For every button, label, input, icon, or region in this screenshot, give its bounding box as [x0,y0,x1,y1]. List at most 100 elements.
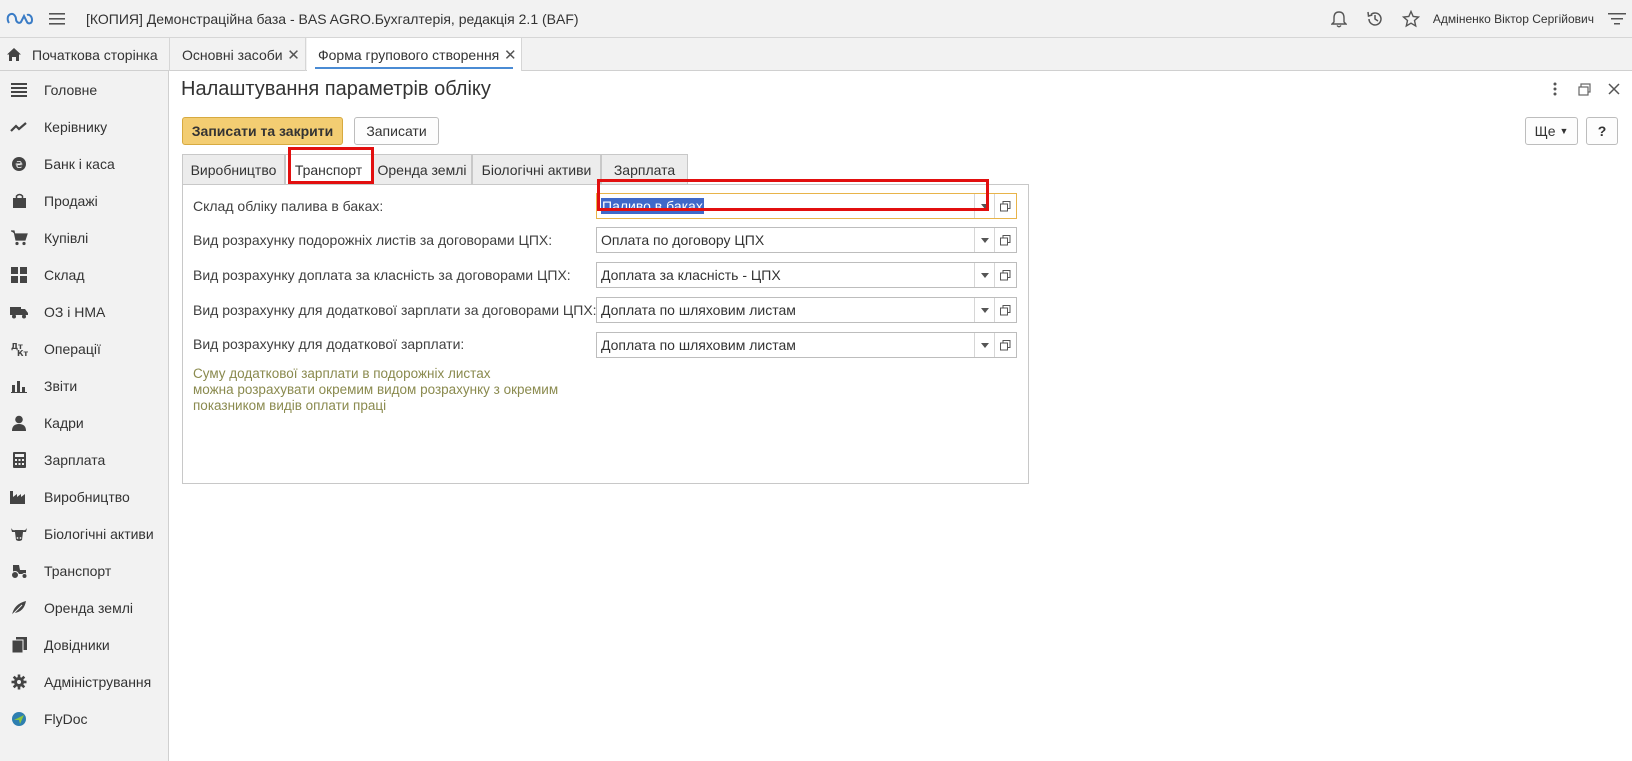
sidebar-item-label: Продажі [44,192,98,209]
sidebar-item-label: Виробництво [44,488,130,505]
sidebar-item-label: ОЗ і НМА [44,303,106,320]
extra-salary-field[interactable]: Доплата по шляховим листам [596,332,1017,358]
sidebar-item-bio-assets[interactable]: Біологічні активи [0,515,168,552]
waybill-gph-field[interactable]: Оплата по договору ЦПХ [596,227,1017,253]
dropdown-arrow-icon[interactable] [974,228,994,252]
sidebar-item-label: Головне [44,81,98,98]
main-menu-icon[interactable] [46,0,68,38]
chevron-down-icon: ▼ [1559,126,1569,136]
sidebar-item-production[interactable]: Виробництво [0,478,168,515]
tab-land-lease[interactable]: Оренда землі [372,154,472,184]
open-item-icon[interactable] [994,263,1016,287]
field-value[interactable]: Паливо в баках [597,198,974,214]
class-bonus-gph-field[interactable]: Доплата за класність - ЦПХ [596,262,1017,288]
tab-group-creation-form[interactable]: Форма групового створення ✕ [307,38,523,71]
tabs-bar: Початкова сторінка Основні засоби ✕ Форм… [0,38,1632,71]
sidebar-item-reports[interactable]: Звіти [0,367,168,404]
sidebar-item-sales[interactable]: Продажі [0,182,168,219]
flydoc-icon [0,711,38,727]
transport-settings-panel: Склад обліку палива в баках: Паливо в ба… [182,184,1029,484]
bell-icon[interactable] [1321,0,1357,38]
sidebar-item-directories[interactable]: Довідники [0,626,168,663]
home-icon [2,47,26,62]
bar-chart-icon [0,379,38,393]
tab-transport[interactable]: Транспорт [285,154,372,185]
sidebar-item-label: Біологічні активи [44,525,154,542]
save-button[interactable]: Записати [354,117,439,145]
favorites-star-icon[interactable] [1393,0,1429,38]
cart-icon [0,229,38,246]
list-icon [0,82,38,97]
sidebar-item-label: Банк і каса [44,155,115,172]
help-button[interactable]: ? [1586,117,1618,145]
sidebar-item-main[interactable]: Головне [0,71,168,108]
extra-salary-gph-field[interactable]: Доплата по шляховим листам [596,297,1017,323]
sidebar-item-purchases[interactable]: Купівлі [0,219,168,256]
open-item-icon[interactable] [994,194,1016,218]
settings-menu-icon[interactable] [1602,0,1632,38]
dropdown-arrow-icon[interactable] [974,263,994,287]
fuel-warehouse-label: Склад обліку палива в баках: [193,198,384,214]
dropdown-arrow-icon[interactable] [974,298,994,322]
tab-salary[interactable]: Зарплата [601,154,688,184]
sidebar-item-warehouse[interactable]: Склад [0,256,168,293]
sidebar-item-administration[interactable]: Адміністрування [0,663,168,700]
sidebar-item-label: Адміністрування [44,673,152,690]
field-value[interactable]: Доплата по шляховим листам [597,337,974,353]
fuel-warehouse-field[interactable]: Паливо в баках [596,193,1017,219]
class-bonus-gph-label: Вид розрахунку доплата за класність за д… [193,267,571,283]
sidebar-item-label: Оренда землі [44,599,133,616]
home-tab[interactable]: Початкова сторінка [0,38,170,71]
more-button-label: Ще [1534,123,1556,139]
close-tab-icon[interactable]: ✕ [499,46,521,64]
sidebar-item-transport[interactable]: Транспорт [0,552,168,589]
svg-text:Кт: Кт [17,349,28,357]
sidebar-item-hr[interactable]: Кадри [0,404,168,441]
gear-icon [0,674,38,690]
sidebar-item-label: Склад [44,266,85,283]
history-icon[interactable] [1357,0,1393,38]
home-tab-label: Початкова сторінка [32,46,158,63]
open-item-icon[interactable] [994,298,1016,322]
sidebar-item-manager[interactable]: Керівнику [0,108,168,145]
field-value[interactable]: Оплата по договору ЦПХ [597,232,974,248]
app-logo-icon[interactable] [2,0,38,38]
sidebar: Головне Керівнику ₴ Банк і каса Продажі … [0,71,169,761]
leaf-icon [0,600,38,616]
waybill-gph-label: Вид розрахунку подорожніх листів за дого… [193,232,553,248]
field-value[interactable]: Доплата по шляховим листам [597,302,974,318]
sidebar-item-label: Операції [44,340,101,357]
more-actions-icon[interactable] [1542,79,1568,99]
dropdown-arrow-icon[interactable] [974,194,994,218]
sidebar-item-bank[interactable]: ₴ Банк і каса [0,145,168,182]
open-item-icon[interactable] [994,333,1016,357]
calculator-icon [0,451,38,468]
field-value[interactable]: Доплата за класність - ЦПХ [597,267,974,283]
open-item-icon[interactable] [994,228,1016,252]
tab-bio-assets[interactable]: Біологічні активи [472,154,601,184]
more-button[interactable]: Ще ▼ [1525,117,1578,145]
sidebar-item-operations[interactable]: Дт Кт Операції [0,330,168,367]
tab-production[interactable]: Виробництво [182,154,285,184]
sidebar-item-land-lease[interactable]: Оренда землі [0,589,168,626]
sidebar-item-salary[interactable]: Зарплата [0,441,168,478]
close-form-icon[interactable] [1601,79,1627,99]
detach-window-icon[interactable] [1571,79,1597,99]
page-title: Налаштування параметрів обліку [181,78,491,100]
dropdown-arrow-icon[interactable] [974,333,994,357]
trend-icon [0,121,38,133]
user-name[interactable]: Адміненко Віктор Сергійович [1433,12,1594,26]
sidebar-item-flydoc[interactable]: FlyDoc [0,700,168,737]
main-area: Налаштування параметрів обліку Записати … [170,71,1632,761]
bag-icon [0,193,38,209]
save-and-close-button[interactable]: Записати та закрити [182,117,343,145]
person-icon [0,415,38,431]
sidebar-item-fixed-assets[interactable]: ОЗ і НМА [0,293,168,330]
tab-fixed-assets[interactable]: Основні засоби ✕ [171,38,306,71]
grid-icon [0,266,38,283]
sidebar-item-label: Довідники [44,636,110,653]
app-title: [КОПИЯ] Демонстраційна база - BAS AGRO.Б… [86,10,579,27]
truck-icon [0,305,38,319]
sidebar-item-label: Купівлі [44,229,89,246]
close-tab-icon[interactable]: ✕ [283,46,305,64]
